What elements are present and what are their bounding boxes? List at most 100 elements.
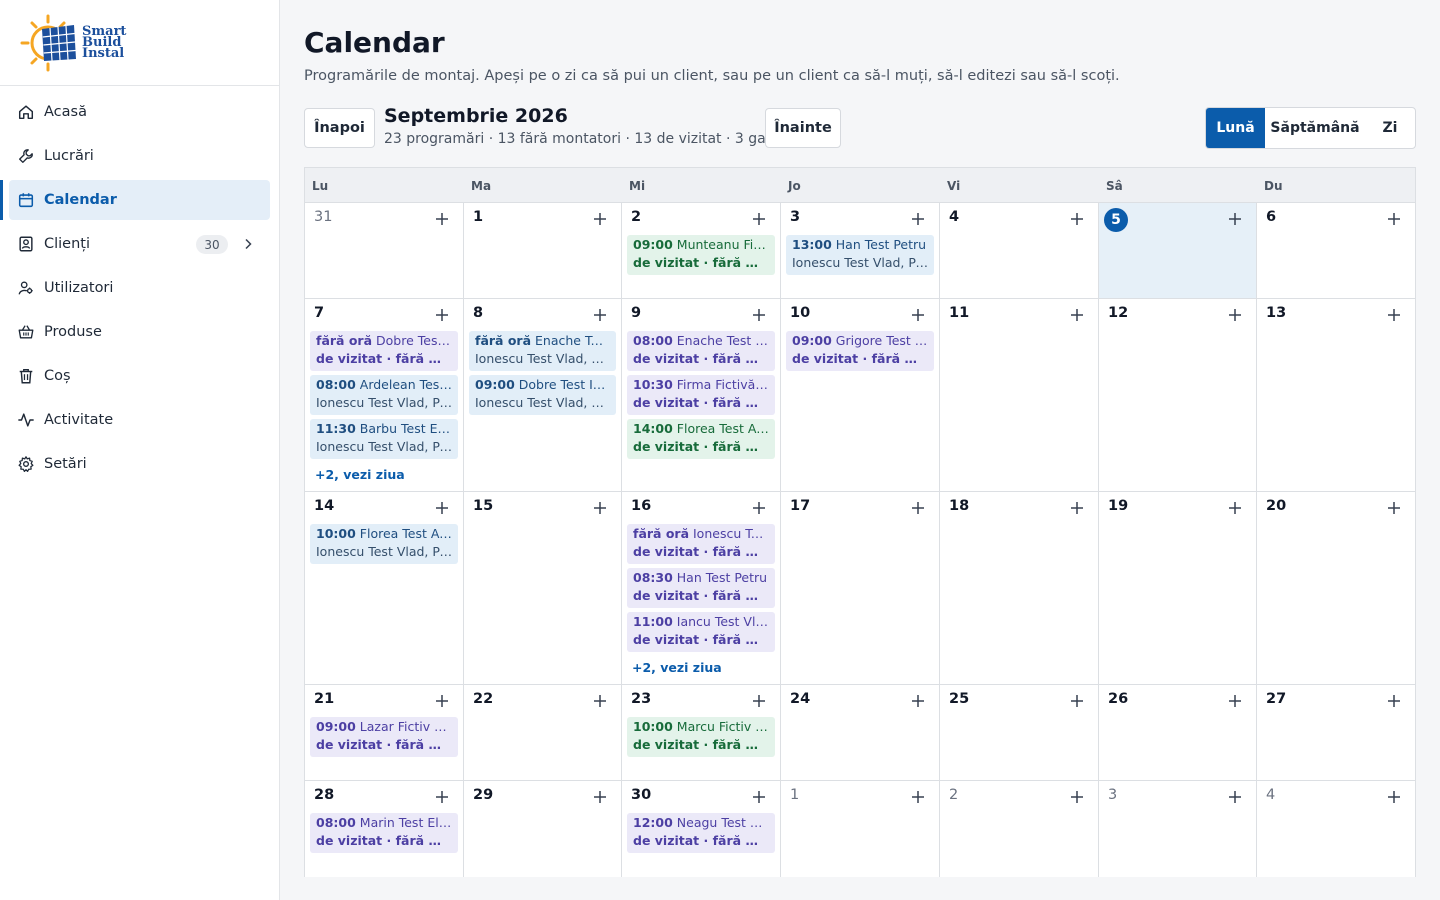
add-appointment-plus-icon[interactable] xyxy=(1069,211,1085,227)
add-appointment-plus-icon[interactable] xyxy=(751,500,767,516)
add-appointment-plus-icon[interactable] xyxy=(1227,307,1243,323)
appointment-event[interactable]: 11:30 Barbu Test Elena Ionescu Test Vlad,… xyxy=(310,419,458,459)
calendar-day-cell[interactable]: 1 xyxy=(781,781,940,877)
chevron-right-icon[interactable] xyxy=(240,236,256,252)
calendar-day-cell[interactable]: 3 xyxy=(1099,781,1257,877)
appointment-event[interactable]: 09:00 Grigore Test Sorin de vizitat · făr… xyxy=(786,331,934,371)
appointment-event[interactable]: 08:00 Marin Test Elena de vizitat · fără … xyxy=(310,813,458,853)
see-day-link[interactable]: +2, vezi ziua xyxy=(315,467,405,482)
calendar-day-cell[interactable]: 16 fără oră Ionescu Test Vlad de vizitat ·… xyxy=(622,492,781,685)
calendar-day-cell[interactable]: 23 10:00 Marcu Fictiv Sorin de vizitat · f… xyxy=(622,685,781,781)
add-appointment-plus-icon[interactable] xyxy=(1069,789,1085,805)
calendar-day-cell[interactable]: 9 08:00 Enache Test Radu de vizitat · fără… xyxy=(622,299,781,492)
add-appointment-plus-icon[interactable] xyxy=(434,307,450,323)
appointment-event[interactable]: 08:00 Enache Test Radu de vizitat · fără … xyxy=(627,331,775,371)
sidebar-item-acasa[interactable]: Acasă xyxy=(9,92,270,132)
sidebar-item-calendar[interactable]: Calendar xyxy=(0,180,270,220)
calendar-day-cell[interactable]: 7 fără oră Dobre Test Ion de vizitat · făr… xyxy=(305,299,464,492)
calendar-day-cell[interactable]: 30 12:00 Neagu Test Petru de vizitat · făr… xyxy=(622,781,781,877)
add-appointment-plus-icon[interactable] xyxy=(592,307,608,323)
appointment-event[interactable]: 11:00 Iancu Test Vlad de vizitat · fără m… xyxy=(627,612,775,652)
add-appointment-plus-icon[interactable] xyxy=(910,307,926,323)
appointment-event[interactable]: 10:30 Firma Fictivă SRL de vizitat · fără… xyxy=(627,375,775,415)
add-appointment-plus-icon[interactable] xyxy=(1069,307,1085,323)
add-appointment-plus-icon[interactable] xyxy=(1386,789,1402,805)
prev-month-button[interactable]: Înapoi xyxy=(304,108,375,148)
view-week-button[interactable]: Săptămână xyxy=(1265,108,1365,148)
calendar-day-cell[interactable]: 15 xyxy=(464,492,622,685)
calendar-day-cell[interactable]: 24 xyxy=(781,685,940,781)
sidebar-item-utilizatori[interactable]: Utilizatori xyxy=(9,268,270,308)
calendar-day-cell-today[interactable]: 5 xyxy=(1099,203,1257,299)
calendar-day-cell[interactable]: 25 xyxy=(940,685,1099,781)
sidebar-item-lucrari[interactable]: Lucrări xyxy=(9,136,270,176)
calendar-day-cell[interactable]: 1 xyxy=(464,203,622,299)
calendar-day-cell[interactable]: 4 xyxy=(1257,781,1415,877)
add-appointment-plus-icon[interactable] xyxy=(751,211,767,227)
sidebar-item-cos[interactable]: Coș xyxy=(9,356,270,396)
add-appointment-plus-icon[interactable] xyxy=(592,693,608,709)
calendar-day-cell[interactable]: 31 xyxy=(305,203,464,299)
sidebar-item-clienti[interactable]: Clienți 30 xyxy=(9,224,270,264)
calendar-day-cell[interactable]: 14 10:00 Florea Test Adrian Ionescu Test V… xyxy=(305,492,464,685)
add-appointment-plus-icon[interactable] xyxy=(1386,693,1402,709)
view-month-button[interactable]: Lună xyxy=(1206,108,1265,148)
appointment-event[interactable]: 10:00 Florea Test Adrian Ionescu Test Vla… xyxy=(310,524,458,564)
add-appointment-plus-icon[interactable] xyxy=(910,789,926,805)
add-appointment-plus-icon[interactable] xyxy=(1069,693,1085,709)
appointment-event[interactable]: 08:00 Ardelean Test Ana Ionescu Test Vlad… xyxy=(310,375,458,415)
calendar-day-cell[interactable]: 28 08:00 Marin Test Elena de vizitat · făr… xyxy=(305,781,464,877)
calendar-day-cell[interactable]: 6 xyxy=(1257,203,1415,299)
calendar-day-cell[interactable]: 26 xyxy=(1099,685,1257,781)
logo[interactable]: Smart Build Instal xyxy=(0,0,279,86)
calendar-day-cell[interactable]: 21 09:00 Lazar Fictiv Carmen de vizitat · … xyxy=(305,685,464,781)
calendar-day-cell[interactable]: 18 xyxy=(940,492,1099,685)
add-appointment-plus-icon[interactable] xyxy=(1386,307,1402,323)
add-appointment-plus-icon[interactable] xyxy=(751,789,767,805)
sidebar-item-activitate[interactable]: Activitate xyxy=(9,400,270,440)
add-appointment-plus-icon[interactable] xyxy=(910,500,926,516)
calendar-day-cell[interactable]: 22 xyxy=(464,685,622,781)
add-appointment-plus-icon[interactable] xyxy=(434,500,450,516)
add-appointment-plus-icon[interactable] xyxy=(751,693,767,709)
next-month-button[interactable]: Înainte xyxy=(765,108,841,148)
appointment-event[interactable]: 09:00 Munteanu Fictiv Client de vizitat ·… xyxy=(627,235,775,275)
appointment-event[interactable]: 10:00 Marcu Fictiv Sorin de vizitat · făr… xyxy=(627,717,775,757)
calendar-day-cell[interactable]: 19 xyxy=(1099,492,1257,685)
add-appointment-plus-icon[interactable] xyxy=(910,211,926,227)
calendar-day-cell[interactable]: 29 xyxy=(464,781,622,877)
add-appointment-plus-icon[interactable] xyxy=(1227,500,1243,516)
sidebar-item-produse[interactable]: Produse xyxy=(9,312,270,352)
add-appointment-plus-icon[interactable] xyxy=(1386,211,1402,227)
add-appointment-plus-icon[interactable] xyxy=(1227,693,1243,709)
add-appointment-plus-icon[interactable] xyxy=(1069,500,1085,516)
appointment-event[interactable]: fără oră Enache Test Maria Ionescu Test V… xyxy=(469,331,616,371)
calendar-day-cell[interactable]: 27 xyxy=(1257,685,1415,781)
calendar-day-cell[interactable]: 10 09:00 Grigore Test Sorin de vizitat · f… xyxy=(781,299,940,492)
add-appointment-plus-icon[interactable] xyxy=(434,211,450,227)
calendar-day-cell[interactable]: 11 xyxy=(940,299,1099,492)
appointment-event[interactable]: 12:00 Neagu Test Petru de vizitat · fără … xyxy=(627,813,775,853)
add-appointment-plus-icon[interactable] xyxy=(1386,500,1402,516)
appointment-event[interactable]: 09:00 Lazar Fictiv Carmen de vizitat · fă… xyxy=(310,717,458,757)
appointment-event[interactable]: 13:00 Han Test Petru Ionescu Test Vlad, P… xyxy=(786,235,934,275)
appointment-event[interactable]: fără oră Ionescu Test Vlad de vizitat · f… xyxy=(627,524,775,564)
add-appointment-plus-icon[interactable] xyxy=(910,693,926,709)
calendar-day-cell[interactable]: 4 xyxy=(940,203,1099,299)
add-appointment-plus-icon[interactable] xyxy=(1227,789,1243,805)
add-appointment-plus-icon[interactable] xyxy=(1227,211,1243,227)
calendar-day-cell[interactable]: 2 09:00 Munteanu Fictiv Client de vizitat … xyxy=(622,203,781,299)
add-appointment-plus-icon[interactable] xyxy=(434,789,450,805)
calendar-day-cell[interactable]: 2 xyxy=(940,781,1099,877)
calendar-day-cell[interactable]: 20 xyxy=(1257,492,1415,685)
appointment-event[interactable]: 09:00 Dobre Test Ioana Ionescu Test Vlad,… xyxy=(469,375,616,415)
see-day-link[interactable]: +2, vezi ziua xyxy=(632,660,722,675)
add-appointment-plus-icon[interactable] xyxy=(592,211,608,227)
add-appointment-plus-icon[interactable] xyxy=(434,693,450,709)
calendar-day-cell[interactable]: 3 13:00 Han Test Petru Ionescu Test Vlad, … xyxy=(781,203,940,299)
calendar-day-cell[interactable]: 8 fără oră Enache Test Maria Ionescu Test … xyxy=(464,299,622,492)
add-appointment-plus-icon[interactable] xyxy=(751,307,767,323)
add-appointment-plus-icon[interactable] xyxy=(592,500,608,516)
calendar-day-cell[interactable]: 17 xyxy=(781,492,940,685)
view-day-button[interactable]: Zi xyxy=(1365,108,1415,148)
